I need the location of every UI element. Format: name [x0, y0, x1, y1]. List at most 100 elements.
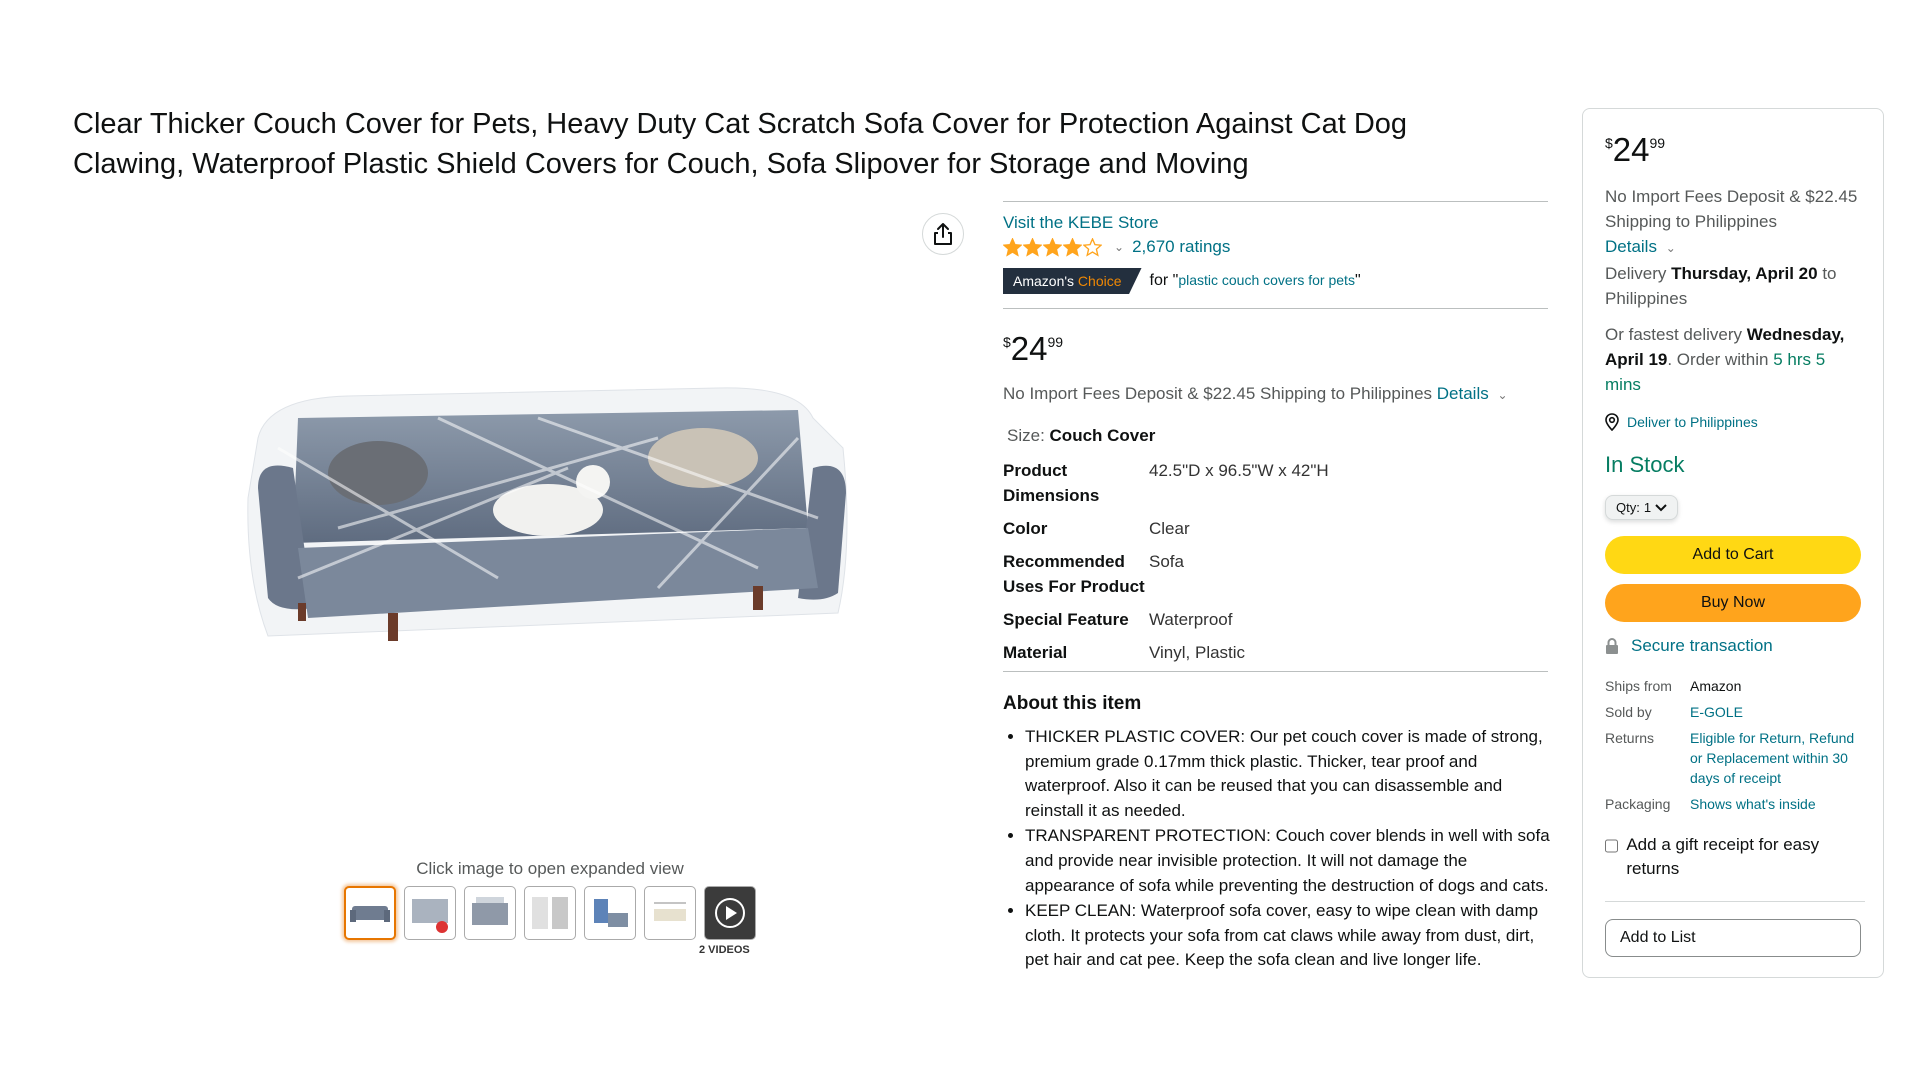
shipping-details-link[interactable]: Details [1437, 384, 1489, 403]
fees-text: No Import Fees Deposit & $22.45 Shipping… [1605, 187, 1858, 231]
divider [1003, 308, 1548, 309]
delivery-date: Thursday, April 20 [1671, 264, 1818, 283]
delivery-prefix: Delivery [1605, 264, 1667, 283]
seller-info: Ships from Amazon Sold by E-GOLE Returns… [1605, 676, 1865, 820]
gift-receipt-checkbox[interactable] [1605, 839, 1619, 853]
buy-box: $ 24 99 No Import Fees Deposit & $22.45 … [1582, 108, 1884, 978]
spec-key: Material [1003, 643, 1068, 662]
thumbnail-1[interactable] [344, 886, 396, 940]
fastest-delivery: Or fastest delivery Wednesday, April 19.… [1605, 322, 1865, 397]
price-whole: 24 [1010, 330, 1048, 367]
size-value: Couch Cover [1049, 426, 1156, 445]
chevron-down-icon[interactable]: ⌄ [1666, 241, 1676, 255]
thumbnail-strip [344, 886, 756, 940]
returns-link[interactable]: Eligible for Return, Refund or Replaceme… [1690, 728, 1865, 788]
deliver-to-link[interactable]: Deliver to Philippines [1627, 414, 1758, 430]
choice-for-suffix: " [1354, 272, 1361, 289]
thumbnail-size-chart-icon [654, 902, 686, 921]
gift-receipt-option[interactable]: Add a gift receipt for easy returns [1605, 833, 1865, 881]
thumbnail-3[interactable] [464, 886, 516, 940]
packaging-link[interactable]: Shows what's inside [1690, 794, 1865, 814]
star-full-icon [1003, 237, 1022, 257]
thumbnail-5[interactable] [584, 886, 636, 940]
choice-for-prefix: for " [1149, 272, 1179, 289]
divider [1003, 671, 1548, 672]
chevron-down-icon[interactable]: ⌄ [1497, 388, 1507, 402]
spec-key: Special Feature [1003, 610, 1129, 629]
videos-count-label: 2 VIDEOS [699, 944, 750, 956]
store-link[interactable]: Visit the KEBE Store [1003, 213, 1159, 233]
buybox-fees: No Import Fees Deposit & $22.45 Shipping… [1605, 184, 1865, 311]
buy-now-button[interactable]: Buy Now [1605, 584, 1861, 622]
star-empty-icon [1083, 237, 1102, 257]
spec-value: Waterproof [1149, 610, 1233, 629]
star-rating[interactable] [1003, 237, 1102, 257]
spec-key: Recommended Uses For Product [1003, 552, 1145, 596]
chevron-down-icon [1655, 503, 1667, 511]
secure-transaction[interactable]: Secure transaction [1605, 636, 1865, 656]
meta-key: Returns [1605, 730, 1655, 746]
product-title: Clear Thicker Couch Cover for Pets, Heav… [73, 108, 1408, 180]
meta-key: Packaging [1605, 796, 1671, 812]
thumbnail-chair-icon [594, 899, 628, 927]
meta-row: Packaging Shows what's inside [1605, 794, 1865, 814]
about-item: TRANSPARENT PROTECTION: Couch cover blen… [1025, 824, 1553, 898]
amazons-choice-row: Amazon's Choice for "plastic couch cover… [1003, 268, 1361, 294]
choice-badge-prefix: Amazon's [1013, 273, 1075, 289]
share-button[interactable] [922, 213, 964, 255]
size-selector: Size: Couch Cover [1007, 426, 1155, 446]
stock-status: In Stock [1605, 452, 1685, 477]
spec-key: Product Dimensions [1003, 461, 1100, 505]
add-to-cart-button[interactable]: Add to Cart [1605, 536, 1861, 574]
ratings-count-link[interactable]: 2,670 ratings [1132, 237, 1230, 257]
thumbnail-2[interactable] [404, 886, 456, 940]
location-pin-icon [1605, 413, 1619, 431]
size-label: Size: [1007, 426, 1045, 445]
chevron-down-icon[interactable]: ⌄ [1114, 240, 1124, 254]
add-to-list-button[interactable]: Add to List [1605, 919, 1861, 957]
choice-for-text: for "plastic couch covers for pets" [1150, 272, 1361, 290]
rating-row: ⌄ 2,670 ratings [1003, 237, 1230, 257]
spec-value: Sofa [1149, 552, 1184, 571]
sold-by-link[interactable]: E-GOLE [1690, 702, 1865, 722]
choice-query-link[interactable]: plastic couch covers for pets [1178, 272, 1355, 288]
share-icon [934, 223, 952, 245]
about-item: KEEP CLEAN: Waterproof sofa cover, easy … [1025, 899, 1553, 973]
main-product-image[interactable] [238, 378, 858, 678]
meta-value: Amazon [1690, 678, 1742, 694]
spec-key: Color [1003, 519, 1048, 538]
choice-badge-highlight: Choice [1077, 273, 1122, 289]
lock-icon [1606, 638, 1618, 654]
about-list: THICKER PLASTIC COVER: Our pet couch cov… [1003, 725, 1553, 974]
amazons-choice-badge: Amazon's Choice [1003, 268, 1142, 294]
thumbnail-sofa-icon [350, 906, 390, 922]
shipping-text: No Import Fees Deposit & $22.45 Shipping… [1003, 384, 1433, 403]
spec-row: Color Clear [1003, 516, 1329, 541]
thumbnail-detail-icon [472, 897, 508, 925]
spec-row: Material Vinyl, Plastic [1003, 640, 1329, 665]
thumbnail-6[interactable] [644, 886, 696, 940]
secure-transaction-link[interactable]: Secure transaction [1631, 636, 1773, 656]
thumbnail-cat-scratch-icon [412, 899, 448, 933]
qty-row: Qty: 1 [1605, 495, 1865, 520]
meta-key: Sold by [1605, 704, 1652, 720]
buybox-details-link[interactable]: Details [1605, 237, 1657, 256]
price-fraction: 99 [1047, 334, 1064, 350]
spec-row: Product Dimensions 42.5"D x 96.5"W x 42"… [1003, 458, 1329, 508]
quantity-select[interactable]: Qty: 1 [1605, 495, 1679, 520]
product-specs: Product Dimensions 42.5"D x 96.5"W x 42"… [1003, 458, 1329, 673]
spec-row: Recommended Uses For Product Sofa [1003, 549, 1329, 599]
spec-value: Clear [1149, 519, 1190, 538]
divider [1605, 901, 1865, 902]
star-full-icon [1043, 237, 1062, 257]
thumbnail-video[interactable] [704, 886, 756, 940]
fastest-prefix: Or fastest delivery [1605, 325, 1742, 344]
star-full-icon [1063, 237, 1082, 257]
star-full-icon [1023, 237, 1042, 257]
thumbnail-infographic-icon [532, 897, 568, 929]
meta-key: Ships from [1605, 678, 1672, 694]
thumbnail-4[interactable] [524, 886, 576, 940]
price-fraction: 99 [1649, 135, 1666, 151]
deliver-to-row[interactable]: Deliver to Philippines [1605, 413, 1865, 431]
product-price: $ 24 99 [1003, 330, 1063, 368]
